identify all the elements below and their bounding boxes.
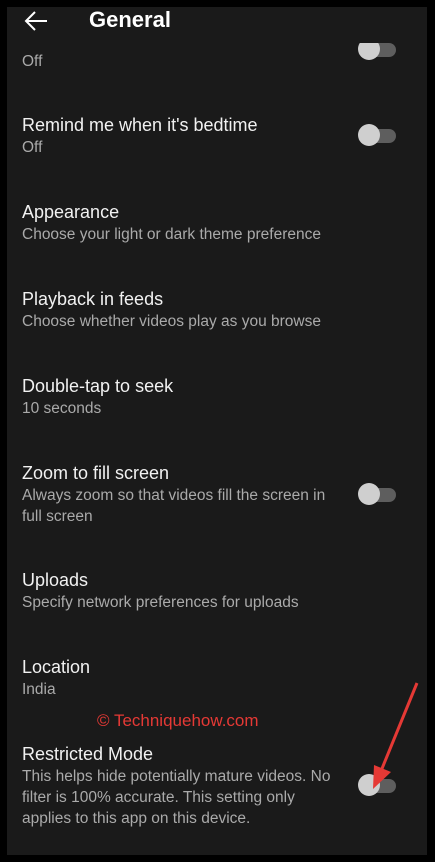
- setting-title: Restricted Mode: [22, 744, 154, 764]
- device-frame: Off Remind me when it's bedtime Off Appe…: [0, 0, 435, 862]
- toggle-knob: [358, 483, 380, 505]
- setting-subtitle: Specify network preferences for uploads: [22, 594, 299, 611]
- setting-item-partial[interactable]: Off: [22, 51, 342, 72]
- setting-subtitle: Choose whether videos play as you browse: [22, 313, 321, 330]
- setting-subtitle: 10 seconds: [22, 400, 102, 417]
- setting-subtitle: Choose your light or dark theme preferen…: [22, 226, 321, 243]
- setting-item-zoom-to-fill[interactable]: Zoom to fill screen Always zoom so that …: [22, 461, 342, 527]
- setting-item-uploads[interactable]: Uploads Specify network preferences for …: [22, 568, 342, 613]
- setting-item-double-tap[interactable]: Double-tap to seek 10 seconds: [22, 374, 342, 419]
- setting-title: Playback in feeds: [22, 289, 164, 309]
- settings-screen: Off Remind me when it's bedtime Off Appe…: [7, 7, 427, 855]
- zoom-to-fill-toggle[interactable]: [358, 480, 398, 508]
- setting-title: Location: [22, 657, 91, 677]
- bedtime-toggle[interactable]: [358, 121, 398, 149]
- setting-item-appearance[interactable]: Appearance Choose your light or dark the…: [22, 200, 342, 245]
- setting-subtitle: Off: [22, 53, 43, 70]
- annotation-arrow-icon: [373, 682, 419, 789]
- app-header: General: [7, 7, 427, 43]
- setting-subtitle: India: [22, 681, 56, 698]
- setting-item-playback-in-feeds[interactable]: Playback in feeds Choose whether videos …: [22, 287, 342, 332]
- setting-item-location[interactable]: Location India: [22, 655, 342, 700]
- setting-title: Uploads: [22, 570, 89, 590]
- page-title: General: [89, 7, 171, 32]
- watermark-text: © Techniquehow.com: [97, 711, 259, 730]
- setting-title: Double-tap to seek: [22, 376, 174, 396]
- setting-title: Appearance: [22, 202, 120, 222]
- setting-item-restricted-mode[interactable]: Restricted Mode This helps hide potentia…: [22, 742, 342, 829]
- setting-subtitle: This helps hide potentially mature video…: [22, 768, 331, 827]
- toggle-knob: [358, 124, 380, 146]
- setting-title: Zoom to fill screen: [22, 463, 170, 483]
- setting-title: Remind me when it's bedtime: [22, 115, 258, 135]
- setting-subtitle: Always zoom so that videos fill the scre…: [22, 487, 326, 525]
- setting-item-bedtime[interactable]: Remind me when it's bedtime Off: [22, 113, 342, 158]
- setting-subtitle: Off: [22, 139, 43, 156]
- back-arrow-icon[interactable]: [23, 9, 51, 33]
